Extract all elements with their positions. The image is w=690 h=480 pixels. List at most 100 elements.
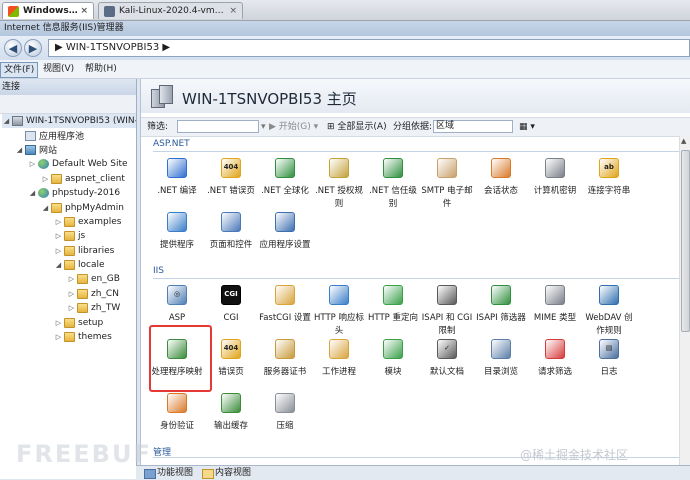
tree-item[interactable]: ◢ WIN-1TSNVOPBI53 (WIN-1 [2, 114, 136, 129]
connections-toolbar [0, 95, 136, 114]
feature-label: ASP [168, 313, 186, 323]
close-icon[interactable]: × [229, 6, 237, 16]
tree-item[interactable]: ▷ js [2, 229, 136, 243]
tree-item[interactable]: ◢ 网站 [2, 143, 136, 157]
menu-help[interactable]: 帮助(H) [82, 62, 120, 76]
feature-http-redirect[interactable]: HTTP 重定向 [367, 282, 419, 325]
feature-http-headers[interactable]: HTTP 响应标头 [313, 282, 365, 338]
feature-logging[interactable]: ▤ 日志 [583, 336, 635, 379]
vm-tab-label: Windows 7 --- iis7.x [23, 6, 80, 16]
feature-error-pages[interactable]: 404 错误页 [205, 336, 257, 379]
feature-modules[interactable]: 模块 [367, 336, 419, 379]
vm-tab-windows7[interactable]: Windows 7 --- iis7.x × [2, 2, 94, 19]
feature-output-caching[interactable]: 输出缓存 [205, 390, 257, 433]
feature-machine-key[interactable]: 计算机密钥 [529, 155, 581, 198]
menu-view[interactable]: 视图(V) [40, 62, 77, 76]
http-headers-icon [326, 282, 352, 308]
breadcrumb[interactable]: ▶ WIN-1TSNVOPBI53 ▶ [48, 39, 690, 57]
close-icon[interactable]: × [80, 6, 88, 16]
expand-icon[interactable]: ▷ [54, 319, 63, 327]
collapse-icon[interactable]: ◢ [54, 261, 63, 269]
expand-icon[interactable]: ▷ [54, 247, 63, 255]
feature-smtp-email[interactable]: SMTP 电子邮件 [421, 155, 473, 211]
feature-dotnet-compile[interactable]: .NET 编译 [151, 155, 203, 198]
expand-icon[interactable]: ▷ [41, 175, 50, 183]
connections-header: 连接 [0, 79, 136, 95]
tree-item[interactable]: ◢ locale [2, 258, 136, 272]
tree-item[interactable]: ▷ setup [2, 315, 136, 329]
tree-item[interactable]: ▷ Default Web Site [2, 157, 136, 171]
expand-icon[interactable]: ▷ [67, 304, 76, 312]
collapse-icon[interactable]: ◢ [15, 146, 24, 154]
folder-icon [51, 202, 62, 213]
feature-directory-browsing[interactable]: 目录浏览 [475, 336, 527, 379]
tree-item[interactable]: ▷ zh_CN [2, 287, 136, 301]
feature-server-certificates[interactable]: 服务器证书 [259, 336, 311, 379]
directory-browsing-icon [488, 336, 514, 362]
tree-item-label: examples [78, 216, 122, 227]
feature-dotnet-trust-levels[interactable]: .NET 信任级别 [367, 155, 419, 211]
feature-label: 输出缓存 [213, 421, 248, 431]
machine-key-icon [542, 155, 568, 181]
feature-worker-processes[interactable]: 工作进程 [313, 336, 365, 379]
feature-dotnet-globalization[interactable]: .NET 全球化 [259, 155, 311, 198]
tree-item[interactable]: ◢ phpMyAdmin [2, 200, 136, 214]
feature-compression[interactable]: 压缩 [259, 390, 311, 433]
forward-button[interactable]: ▶ [24, 39, 42, 57]
expand-icon[interactable]: ▷ [54, 333, 63, 341]
menu-file[interactable]: 文件(F) [0, 62, 39, 78]
feature-request-filtering[interactable]: 请求筛选 [529, 336, 581, 379]
feature-dotnet-authorization[interactable]: .NET 授权规则 [313, 155, 365, 211]
expand-icon[interactable]: ▷ [54, 232, 63, 240]
tree-item-label: libraries [78, 245, 115, 256]
feature-app-settings[interactable]: 应用程序设置 [259, 209, 311, 252]
feature-pages-controls[interactable]: 页面和控件 [205, 209, 257, 252]
tree-item[interactable]: 应用程序池 [2, 128, 136, 142]
feature-fastcgi[interactable]: FastCGI 设置 [259, 282, 311, 325]
collapse-icon[interactable]: ◢ [28, 189, 37, 197]
vm-tab-kali[interactable]: Kali-Linux-2020.4-vmware-amd64 × [98, 2, 243, 19]
feature-mime-types[interactable]: MIME 类型 [529, 282, 581, 325]
feature-isapi-cgi-restrictions[interactable]: ISAPI 和 CGI 限制 [421, 282, 473, 338]
feature-label: 日志 [600, 367, 618, 377]
tree-item[interactable]: ▷ examples [2, 215, 136, 229]
feature-providers[interactable]: 提供程序 [151, 209, 203, 252]
tree-item[interactable]: ▷ libraries [2, 244, 136, 258]
scroll-up-icon[interactable]: ▲ [681, 137, 686, 145]
expand-icon[interactable]: ▷ [67, 290, 76, 298]
vertical-scrollbar[interactable]: ▲ [679, 136, 690, 465]
feature-default-document[interactable]: ✓ 默认文档 [421, 336, 473, 379]
expand-icon[interactable]: ▷ [54, 218, 63, 226]
collapse-icon[interactable]: ◢ [2, 117, 11, 125]
tree-item-label: locale [78, 260, 105, 271]
feature-label: 页面和控件 [209, 240, 253, 250]
tab-features-view[interactable]: 功能视图 [142, 466, 193, 480]
feature-authentication[interactable]: 身份验证 [151, 390, 203, 433]
back-button[interactable]: ◀ [4, 39, 22, 57]
collapse-icon[interactable]: ◢ [41, 204, 50, 212]
expand-icon[interactable]: ▷ [28, 160, 37, 168]
tab-content-view[interactable]: 内容视图 [200, 466, 251, 480]
tree-item[interactable]: ▷ aspnet_client [2, 172, 136, 186]
feature-label: 计算机密钥 [533, 186, 577, 196]
feature-asp[interactable]: ◎ ASP [151, 282, 203, 325]
tree-item[interactable]: ◢ phpstudy-2016 [2, 186, 136, 200]
app-settings-icon [272, 209, 298, 235]
view-tabs: 功能视图 内容视图 [136, 465, 690, 480]
feature-cgi[interactable]: CGI CGI [205, 282, 257, 325]
worker-processes-icon [326, 336, 352, 362]
scrollbar-thumb[interactable] [681, 150, 690, 332]
window-title-bar: Internet 信息服务(IIS)管理器 [0, 21, 690, 36]
feature-dotnet-error-pages[interactable]: 404 .NET 错误页 [205, 155, 257, 198]
tree-item[interactable]: ▷ themes [2, 330, 136, 344]
app-pool-icon [25, 130, 36, 141]
feature-isapi-filters[interactable]: ISAPI 筛选器 [475, 282, 527, 325]
feature-session-state[interactable]: 会话状态 [475, 155, 527, 198]
feature-connection-strings[interactable]: ab 连接字符串 [583, 155, 635, 198]
feature-grid: .NET 编译 404 .NET 错误页 .NET 全球化 .NET 授权规则 .NET … [141, 79, 679, 465]
feature-webdav[interactable]: WebDAV 创作规则 [583, 282, 635, 338]
expand-icon[interactable]: ▷ [67, 275, 76, 283]
tree-item[interactable]: ▷ zh_TW [2, 301, 136, 315]
tree-item[interactable]: ▷ en_GB [2, 272, 136, 286]
globe-icon [38, 188, 49, 199]
